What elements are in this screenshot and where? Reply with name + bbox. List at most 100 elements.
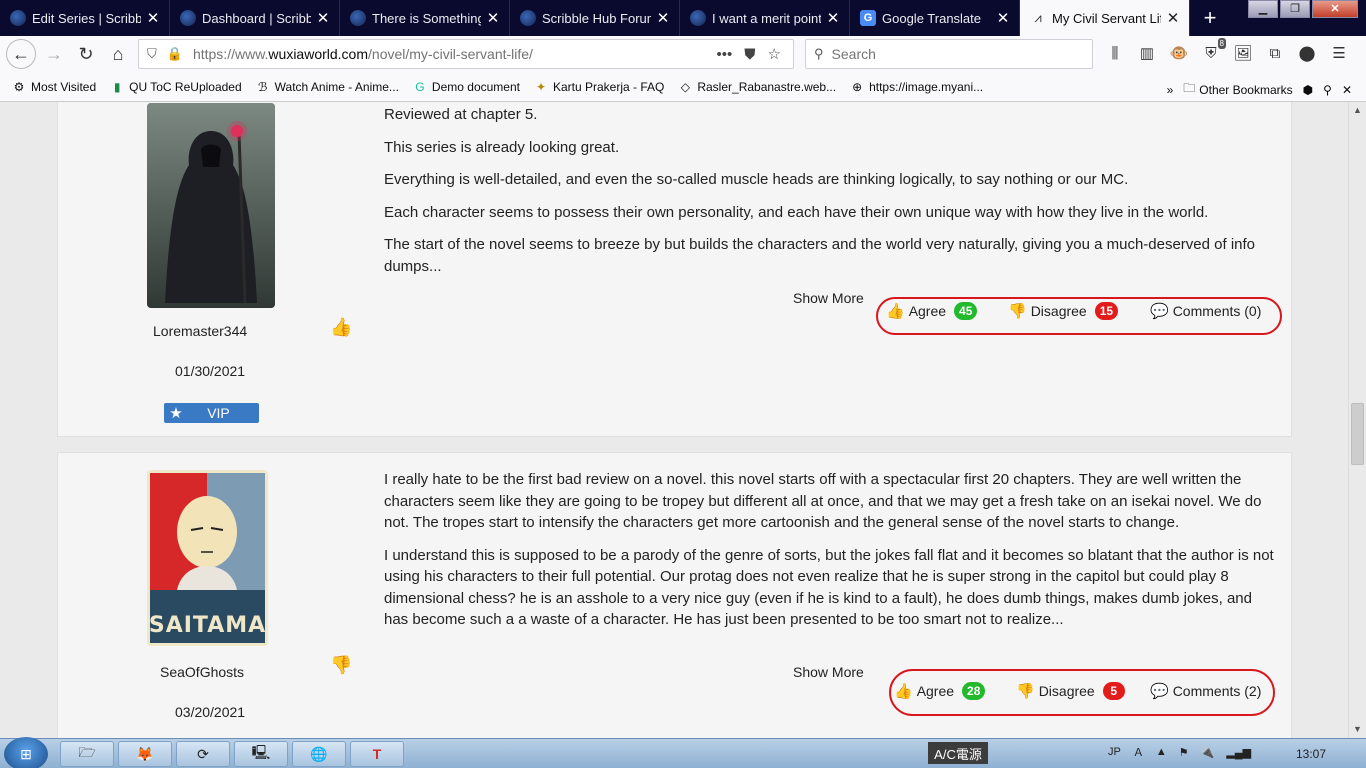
library-icon[interactable]: ⫼: [1102, 42, 1128, 66]
forward-button[interactable]: →: [40, 40, 68, 68]
search-input[interactable]: [831, 46, 1072, 62]
bookmark-rasler[interactable]: ◇ Rasler_Rabanastre.web...: [678, 80, 836, 94]
comments-button[interactable]: 💬 Comments (2): [1150, 682, 1261, 700]
bookmark-image-myani[interactable]: ⊕ https://image.myani...: [850, 80, 983, 94]
ime-indicator[interactable]: A/C電源: [928, 742, 988, 764]
lock-icon[interactable]: 🔒: [167, 46, 183, 62]
tab-google-translate[interactable]: G Google Translate ✕: [850, 0, 1020, 36]
new-tab-button[interactable]: +: [1190, 0, 1230, 36]
language-indicator[interactable]: JP: [1108, 746, 1121, 758]
media-player-icon[interactable]: ⟳: [176, 741, 230, 767]
home-button[interactable]: ⌂: [104, 40, 132, 68]
extension-monkey-icon[interactable]: 🐵: [1166, 42, 1192, 66]
tab-title: Google Translate: [882, 10, 982, 26]
other-bookmarks[interactable]: Other Bookmarks: [1199, 83, 1292, 97]
network-icon[interactable]: 🌐: [292, 741, 346, 767]
firefox-icon[interactable]: 🦊: [118, 741, 172, 767]
garuda-icon: ✦: [535, 79, 546, 94]
reload-button[interactable]: ↻: [72, 40, 100, 68]
bookmark-most-visited[interactable]: ⚙ Most Visited: [12, 80, 97, 94]
bookmark-label: Kartu Prakerja - FAQ: [552, 79, 665, 94]
back-button[interactable]: ←: [6, 39, 36, 69]
start-button[interactable]: ⊞: [4, 737, 48, 768]
minimize-button[interactable]: ▁: [1248, 0, 1278, 18]
close-tab-icon[interactable]: ✕: [995, 9, 1011, 27]
bookmarks-toolbar: ⚙ Most Visited ▮ QU ToC ReUploaded ℬ Watch …: [0, 72, 1366, 102]
disagree-button[interactable]: 👎 Disagree 5: [1016, 682, 1150, 700]
system-icon[interactable]: 🖳: [234, 741, 288, 767]
bookmark-watch-anime[interactable]: ℬ Watch Anime - Anime...: [256, 80, 399, 94]
tab-merit-point[interactable]: I want a merit point system ✕: [680, 0, 850, 36]
review-date: 01/30/2021: [175, 363, 246, 379]
bookmarks-right: » 🗀 Other Bookmarks ⬢ ⚲ ✕: [1157, 79, 1352, 100]
agree-count: 28: [962, 682, 986, 700]
ublock-badge: 8: [1217, 38, 1226, 49]
close-tab-icon[interactable]: ✕: [1165, 9, 1181, 27]
comments-icon: 💬: [1150, 303, 1169, 320]
close-tab-icon[interactable]: ✕: [145, 9, 161, 27]
image-icon[interactable]: 🖼: [1230, 42, 1256, 66]
power-icon[interactable]: 🔌: [1201, 746, 1215, 759]
extension-puzzle-icon[interactable]: ⬢: [1303, 83, 1313, 97]
thumbs-up-icon: 👍: [330, 317, 353, 337]
bookmark-star-icon[interactable]: ☆: [768, 45, 781, 63]
close-window-button[interactable]: ✕: [1312, 0, 1358, 18]
url-domain: wuxiaworld.com: [268, 46, 369, 62]
text-app-icon[interactable]: T: [350, 741, 404, 767]
comments-button[interactable]: 💬 Comments (0): [1150, 302, 1261, 320]
review-text: Reviewed at chapter 5. This series is al…: [384, 104, 1280, 288]
scroll-down-arrow-icon[interactable]: ▼: [1349, 721, 1366, 738]
reviewer-username[interactable]: SeaOfGhosts: [160, 664, 260, 680]
clock[interactable]: 13:07: [1296, 747, 1326, 761]
tab-my-civil-servant-life[interactable]: ⩘ My Civil Servant Life ✕: [1020, 0, 1190, 36]
disagree-button[interactable]: 👎 Disagree 15: [1008, 302, 1150, 320]
maximize-button[interactable]: ❐: [1280, 0, 1310, 18]
url-path: /novel/my-civil-servant-life/: [368, 46, 533, 62]
address-bar[interactable]: ⛉ 🔒 https://www.wuxiaworld.com/novel/my-…: [138, 39, 794, 69]
close-tab-icon[interactable]: ✕: [825, 9, 841, 27]
close-x-icon[interactable]: ✕: [1342, 83, 1352, 97]
scrollbar-thumb[interactable]: [1351, 403, 1364, 465]
ublock-icon[interactable]: ⛨ 8: [1198, 38, 1226, 66]
review-votes: 👍 Agree 45 👎 Disagree 15 💬 Comments (0): [886, 302, 1261, 320]
ime-mode-icon[interactable]: Ａ: [1133, 744, 1144, 760]
extension-icon[interactable]: ⬤: [1294, 42, 1320, 66]
tab-edit-series[interactable]: Edit Series | Scribble Hub ✕: [0, 0, 170, 36]
devtools-icon[interactable]: ⧉: [1262, 42, 1288, 66]
close-tab-icon[interactable]: ✕: [655, 9, 671, 27]
review-paragraph: I really hate to be the first bad review…: [384, 471, 1262, 531]
explorer-icon[interactable]: 🗁: [60, 741, 114, 767]
search-icon: ⚲: [814, 46, 824, 61]
agree-button[interactable]: 👍 Agree 28: [894, 682, 1016, 700]
page-scrollbar[interactable]: ▲ ▼: [1348, 102, 1366, 738]
bookmark-qu-toc[interactable]: ▮ QU ToC ReUploaded: [110, 80, 242, 94]
pocket-icon[interactable]: ⛊: [744, 46, 755, 63]
bookmark-kartu-prakerja[interactable]: ✦ Kartu Prakerja - FAQ: [534, 80, 664, 94]
disagree-label: Disagree: [1038, 683, 1095, 699]
url-text[interactable]: https://www.wuxiaworld.com/novel/my-civi…: [193, 46, 717, 62]
flag-icon[interactable]: ⚑: [1179, 746, 1189, 759]
signal-icon[interactable]: ▂▄▆: [1226, 746, 1251, 759]
thumbs-down-icon: 👎: [1008, 303, 1027, 320]
agree-button[interactable]: 👍 Agree 45: [886, 302, 1008, 320]
scroll-up-arrow-icon[interactable]: ▲: [1349, 102, 1366, 119]
shield-icon[interactable]: ⛉: [147, 46, 157, 62]
tab-dashboard[interactable]: Dashboard | Scribble Hub ✕: [170, 0, 340, 36]
tab-something-wrong[interactable]: There is Something Wrong ✕: [340, 0, 510, 36]
pin-icon[interactable]: ⚲: [1323, 83, 1332, 97]
sidebar-icon[interactable]: ▥: [1134, 42, 1160, 66]
menu-icon[interactable]: ☰: [1326, 42, 1352, 66]
close-tab-icon[interactable]: ✕: [315, 9, 331, 27]
reviewer-username[interactable]: Loremaster344: [153, 323, 253, 339]
close-tab-icon[interactable]: ✕: [485, 9, 501, 27]
tab-title: There is Something Wrong: [372, 10, 481, 26]
search-bar[interactable]: ⚲: [805, 39, 1093, 69]
tab-forum[interactable]: Scribble Hub Forum ✕: [510, 0, 680, 36]
bookmark-demo-document[interactable]: G Demo document: [413, 80, 520, 94]
tray-expand-icon[interactable]: ▲: [1156, 746, 1167, 758]
show-more-link[interactable]: Show More: [793, 664, 864, 680]
show-more-link[interactable]: Show More: [793, 290, 864, 306]
chevron-right-icon[interactable]: »: [1167, 83, 1174, 97]
page-actions-icon[interactable]: •••: [717, 46, 733, 63]
bookmark-icon: ▮: [113, 79, 121, 94]
